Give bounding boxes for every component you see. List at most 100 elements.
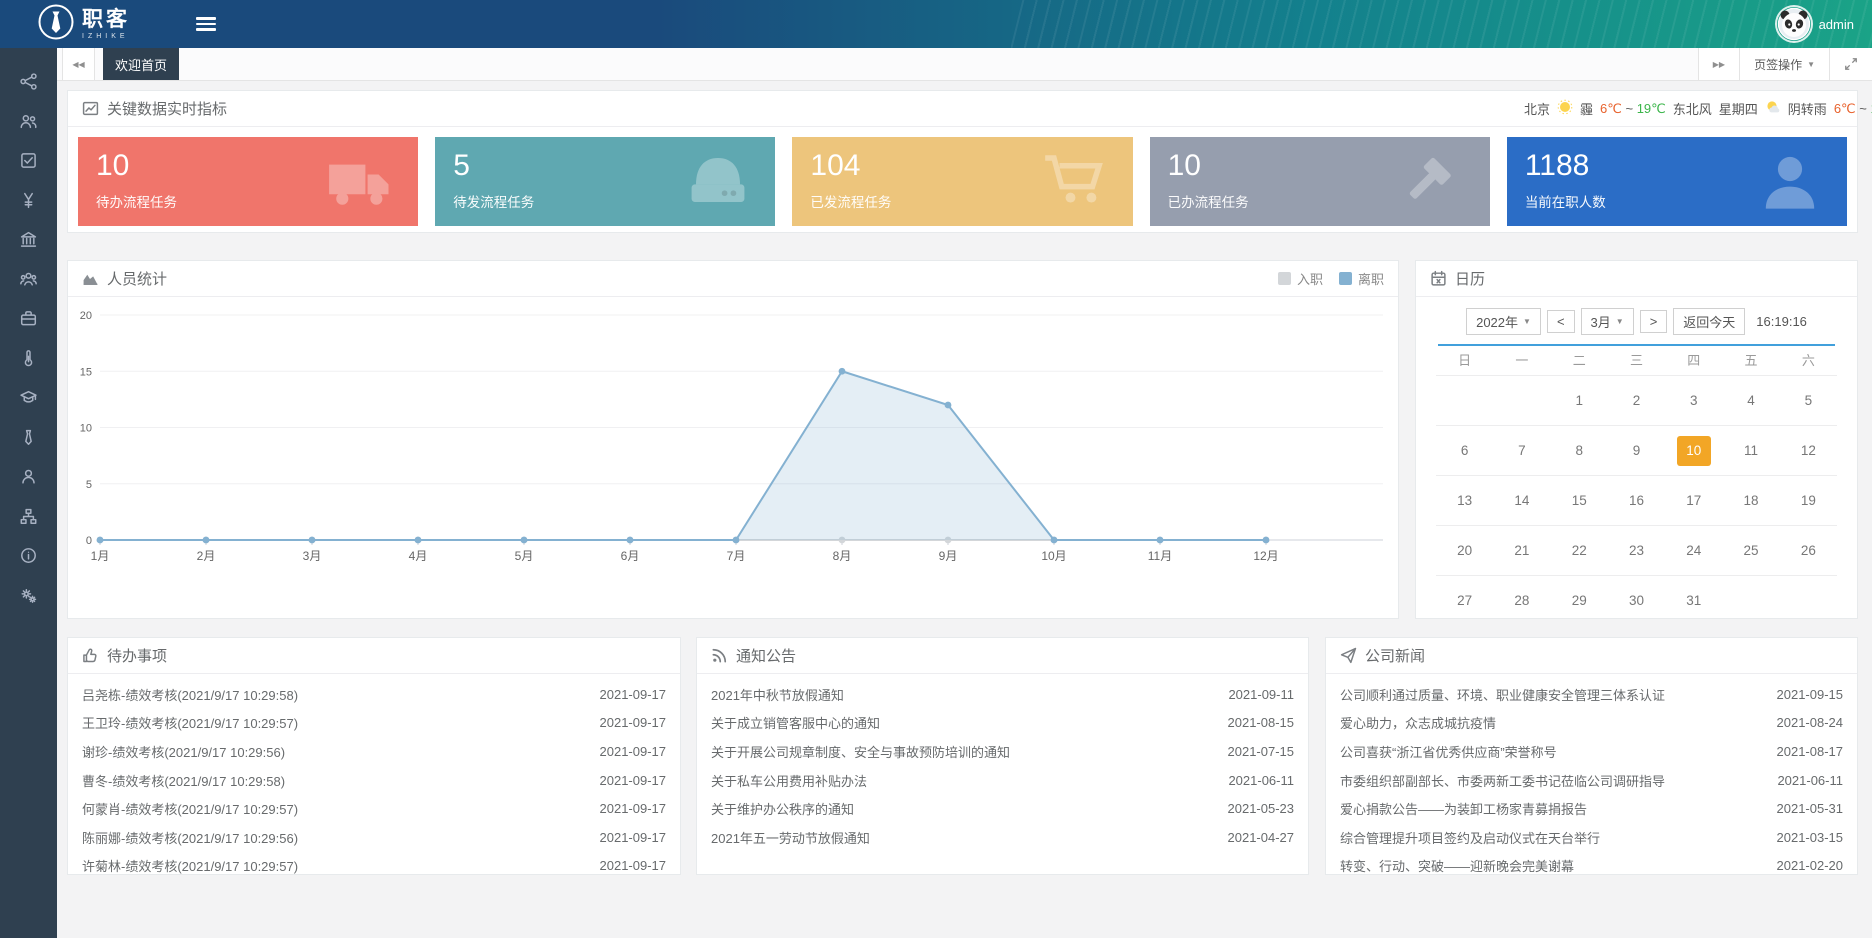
calendar-day[interactable]: 23 <box>1608 526 1665 575</box>
calendar-day[interactable]: 25 <box>1722 526 1779 575</box>
calendar-day[interactable]: 26 <box>1780 526 1837 575</box>
calendar-year-select[interactable]: 2022年▼ <box>1466 308 1541 335</box>
info-icon[interactable] <box>0 536 57 576</box>
calendar-day <box>1780 576 1837 625</box>
calendar-day[interactable]: 24 <box>1665 526 1722 575</box>
svg-text:9月: 9月 <box>939 549 958 563</box>
calendar-day[interactable]: 13 <box>1436 476 1493 525</box>
item-title[interactable]: 王卫玲-绩效考核(2021/9/17 10:29:57) <box>82 713 600 732</box>
item-title[interactable]: 2021年五一劳动节放假通知 <box>711 828 1228 847</box>
item-title[interactable]: 关于私车公用费用补贴办法 <box>711 771 1228 790</box>
item-title[interactable]: 关于开展公司规章制度、安全与事故预防培训的通知 <box>711 742 1228 761</box>
calendar-week-row: 20212223242526 <box>1436 526 1837 576</box>
calendar-day[interactable]: 7 <box>1493 426 1550 475</box>
stat-card[interactable]: 5待发流程任务 <box>435 137 775 226</box>
item-title[interactable]: 关于成立销管客服中心的通知 <box>711 713 1228 732</box>
item-title[interactable]: 公司顺利通过质量、环境、职业健康安全管理三体系认证 <box>1340 685 1777 704</box>
item-date: 2021-09-17 <box>600 744 667 759</box>
calendar-day[interactable]: 30 <box>1608 576 1665 625</box>
item-title[interactable]: 谢珍-绩效考核(2021/9/17 10:29:56) <box>82 742 600 761</box>
stat-card[interactable]: 10待办流程任务 <box>78 137 418 226</box>
item-title[interactable]: 陈丽娜-绩效考核(2021/9/17 10:29:56) <box>82 828 600 847</box>
item-title[interactable]: 许菊林-绩效考核(2021/9/17 10:29:57) <box>82 856 600 875</box>
calendar-day[interactable]: 15 <box>1551 476 1608 525</box>
legend-item[interactable]: 入职 <box>1278 269 1323 288</box>
salary-yen-icon[interactable] <box>0 181 57 221</box>
calendar-day[interactable]: 17 <box>1665 476 1722 525</box>
calendar-day[interactable]: 2 <box>1608 376 1665 425</box>
calendar-day[interactable]: 27 <box>1436 576 1493 625</box>
calendar-day[interactable]: 18 <box>1722 476 1779 525</box>
user-icon[interactable] <box>0 457 57 497</box>
calendar-month-select[interactable]: 3月▼ <box>1581 308 1634 335</box>
list-item: 转变、行动、突破——迎新晚会完美谢幕2021-02-20 <box>1340 852 1843 881</box>
stat-card[interactable]: 10已办流程任务 <box>1150 137 1490 226</box>
dashboard-page: 职客 IZHIKE admin ◀◀ 欢迎首页 ▶▶ 页签操作▼ 关键数据实时指… <box>0 0 1872 938</box>
settings-gears-icon[interactable] <box>0 576 57 616</box>
calendar-day[interactable]: 28 <box>1493 576 1550 625</box>
calendar-day[interactable]: 5 <box>1780 376 1837 425</box>
item-title[interactable]: 曹冬-绩效考核(2021/9/17 10:29:58) <box>82 771 600 790</box>
calendar-day[interactable]: 9 <box>1608 426 1665 475</box>
stat-card[interactable]: 104已发流程任务 <box>792 137 1132 226</box>
calendar-day[interactable]: 11 <box>1722 426 1779 475</box>
item-title[interactable]: 何蒙肖-绩效考核(2021/9/17 10:29:57) <box>82 799 600 818</box>
calendar-day[interactable]: 1 <box>1551 376 1608 425</box>
app-logo[interactable]: 职客 IZHIKE <box>38 4 130 45</box>
calendar-day[interactable]: 12 <box>1780 426 1837 475</box>
calendar-day[interactable]: 29 <box>1551 576 1608 625</box>
graduation-cap-icon[interactable] <box>0 378 57 418</box>
tab-home[interactable]: 欢迎首页 <box>103 48 179 80</box>
item-title[interactable]: 市委组织部副部长、市委两新工委书记莅临公司调研指导 <box>1340 771 1777 790</box>
calendar-prev-button[interactable]: < <box>1547 310 1575 333</box>
stat-card[interactable]: 1188当前在职人数 <box>1507 137 1847 226</box>
calendar-day[interactable]: 31 <box>1665 576 1722 625</box>
thermometer-icon[interactable] <box>0 339 57 379</box>
tabs-scroll-left-icon[interactable]: ◀◀ <box>62 48 95 80</box>
tie-icon[interactable] <box>0 418 57 458</box>
user-menu[interactable]: admin <box>1777 7 1854 41</box>
item-title[interactable]: 转变、行动、突破——迎新晚会完美谢幕 <box>1340 856 1777 875</box>
calendar-day[interactable]: 4 <box>1722 376 1779 425</box>
task-check-icon[interactable] <box>0 141 57 181</box>
calendar-day[interactable]: 21 <box>1493 526 1550 575</box>
item-title[interactable]: 吕尧栋-绩效考核(2021/9/17 10:29:58) <box>82 685 600 704</box>
fullscreen-icon[interactable] <box>1829 48 1872 80</box>
menu-toggle-icon[interactable] <box>196 14 216 34</box>
workflow-icon[interactable] <box>0 62 57 102</box>
calendar-next-button[interactable]: > <box>1640 310 1668 333</box>
tabs-scroll-right-icon[interactable]: ▶▶ <box>1698 48 1739 80</box>
calendar-day[interactable]: 16 <box>1608 476 1665 525</box>
item-title[interactable]: 公司喜获“浙江省优秀供应商”荣誉称号 <box>1340 742 1777 761</box>
svg-text:15: 15 <box>80 366 92 378</box>
calendar-day[interactable]: 14 <box>1493 476 1550 525</box>
org-tree-icon[interactable] <box>0 497 57 537</box>
users-icon[interactable] <box>0 102 57 142</box>
item-title[interactable]: 综合管理提升项目签约及启动仪式在天台举行 <box>1340 828 1777 847</box>
calendar-day[interactable]: 20 <box>1436 526 1493 575</box>
calendar-day[interactable]: 6 <box>1436 426 1493 475</box>
calendar-day[interactable]: 22 <box>1551 526 1608 575</box>
list-item: 许菊林-绩效考核(2021/9/17 10:29:57)2021-09-17 <box>82 852 666 881</box>
legend-item[interactable]: 离职 <box>1339 269 1384 288</box>
tab-actions-dropdown[interactable]: 页签操作▼ <box>1739 48 1829 80</box>
item-date: 2021-08-17 <box>1777 744 1844 759</box>
calendar-day[interactable]: 19 <box>1780 476 1837 525</box>
calendar-day[interactable]: 3 <box>1665 376 1722 425</box>
chart-legend: 入职离职 <box>1278 269 1384 288</box>
item-title[interactable]: 爱心助力，众志成城抗疫情 <box>1340 713 1777 732</box>
item-title[interactable]: 爱心捐款公告——为装卸工杨家青募捐报告 <box>1340 799 1777 818</box>
avatar[interactable] <box>1777 7 1811 41</box>
logo-subtext: IZHIKE <box>82 33 130 40</box>
calendar-day[interactable]: 10 <box>1665 426 1722 475</box>
calendar-day[interactable]: 8 <box>1551 426 1608 475</box>
item-title[interactable]: 2021年中秋节放假通知 <box>711 685 1228 704</box>
team-icon[interactable] <box>0 260 57 300</box>
calendar-today-button[interactable]: 返回今天 <box>1673 308 1745 335</box>
item-title[interactable]: 关于维护办公秩序的通知 <box>711 799 1228 818</box>
weather-cond1: 霾 <box>1580 99 1593 118</box>
briefcase-icon[interactable] <box>0 299 57 339</box>
chevron-down-icon: ▼ <box>1807 60 1815 69</box>
bank-icon[interactable] <box>0 220 57 260</box>
calendar-clock: 16:19:16 <box>1756 314 1807 329</box>
